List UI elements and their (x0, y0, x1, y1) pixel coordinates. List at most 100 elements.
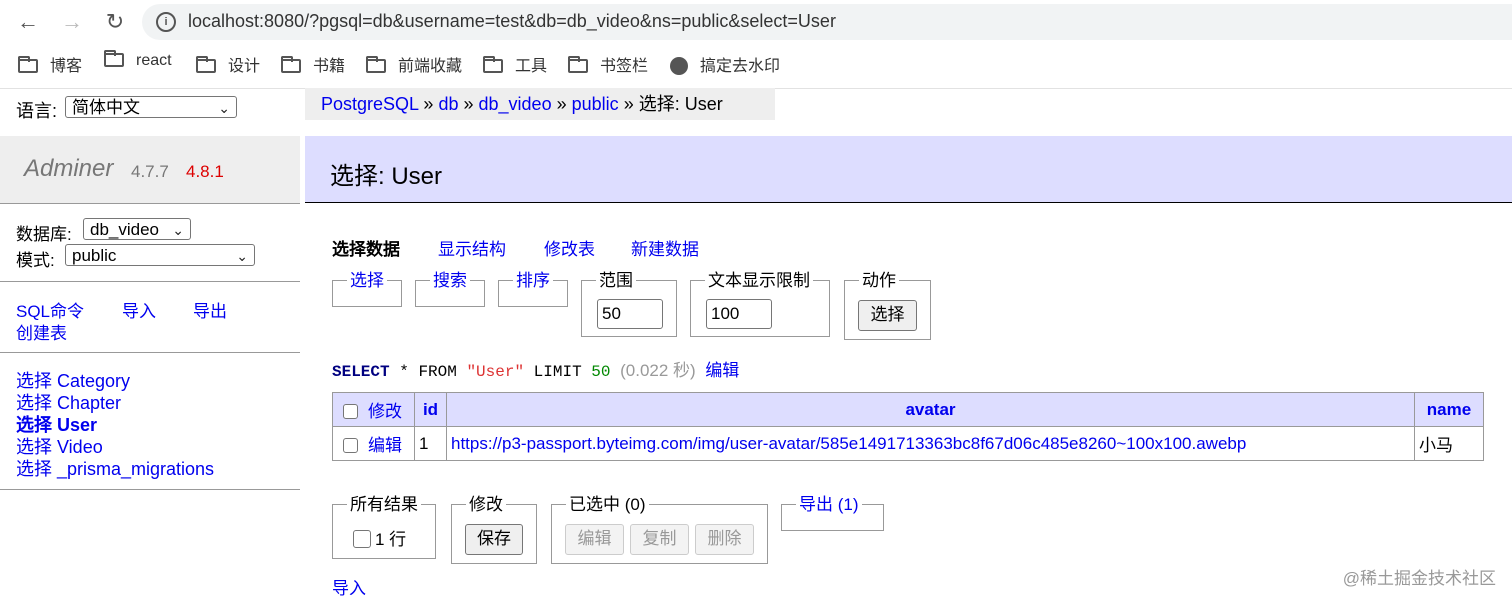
folder-icon (568, 56, 588, 73)
import-link[interactable]: 导入 (122, 297, 156, 322)
sidebar-divider (0, 352, 300, 353)
avatar-link[interactable]: https://p3-passport.byteimg.com/img/user… (451, 434, 1246, 453)
all-results-fieldset: 所有结果 1 行 (332, 495, 436, 559)
query-time: (0.022 秒) (620, 361, 696, 380)
search-fieldset: 搜索 (415, 271, 485, 307)
edit-selected-button[interactable]: 编辑 (565, 524, 624, 555)
folder-icon (104, 50, 124, 67)
chevron-down-icon: ⌄ (172, 222, 184, 238)
language-label: 语言: (16, 101, 58, 121)
breadcrumb-db-video[interactable]: db_video (479, 94, 552, 114)
tab-show-structure[interactable]: 显示结构 (438, 235, 506, 260)
site-info-icon[interactable]: i (156, 12, 176, 32)
export-fieldset: 导出 (1) (781, 495, 884, 531)
cell-avatar: https://p3-passport.byteimg.com/img/user… (446, 426, 1415, 461)
watermark: @稀土掘金技术社区 (1342, 569, 1496, 588)
import-bottom-link[interactable]: 导入 (332, 574, 366, 599)
bookmark-watermark[interactable]: 搞定去水印 (670, 52, 780, 75)
browser-chrome: ← → ↻ i localhost:8080/?pgsql=db&usernam… (0, 0, 1512, 89)
sidebar-divider (0, 203, 300, 204)
header-modify-link[interactable]: 修改 (368, 402, 402, 421)
bookmark-tools[interactable]: 工具 (483, 52, 547, 75)
limit-label: 范围 (596, 271, 636, 291)
delete-selected-button[interactable]: 删除 (695, 524, 754, 555)
row-edit-link[interactable]: 编辑 (368, 436, 402, 455)
all-results-option[interactable]: 1 行 (353, 525, 406, 550)
text-limit-input[interactable]: 100 (706, 299, 772, 329)
bookmark-books[interactable]: 书籍 (281, 52, 345, 75)
brand-name[interactable]: Adminer (24, 155, 113, 183)
breadcrumb-public[interactable]: public (572, 94, 619, 114)
text-limit-label: 文本显示限制 (705, 271, 813, 291)
address-bar[interactable]: i localhost:8080/?pgsql=db&username=test… (142, 4, 1512, 40)
folder-icon (366, 56, 386, 73)
table-row: 编辑 1 https://p3-passport.byteimg.com/img… (332, 426, 1484, 461)
all-results-label: 所有结果 (347, 495, 421, 515)
selected-fieldset: 已选中 (0) 编辑 复制 删除 (551, 495, 768, 564)
export-link[interactable]: 导出 (193, 297, 227, 322)
chevron-down-icon: ⌄ (218, 100, 230, 116)
limit-input[interactable]: 50 (597, 299, 663, 329)
adminer-brand: Adminer 4.7.7 4.8.1 (0, 136, 300, 203)
db-label: 数据库: (16, 225, 72, 244)
folder-icon (18, 56, 38, 73)
row-actions: 编辑 (332, 426, 415, 461)
header-avatar[interactable]: avatar (446, 392, 1415, 427)
schema-label: 模式: (16, 251, 55, 270)
select-toggle[interactable]: 选择 (347, 271, 387, 291)
header-name[interactable]: name (1414, 392, 1484, 427)
bookmark-blog[interactable]: 博客 (18, 52, 82, 75)
url-text: localhost:8080/?pgsql=db&username=test&d… (188, 11, 836, 31)
tab-alter-table[interactable]: 修改表 (544, 235, 595, 260)
reload-icon[interactable]: ↻ (101, 8, 129, 36)
tab-select-data[interactable]: 选择数据 (332, 235, 400, 260)
globe-icon (670, 57, 688, 75)
modify-label: 修改 (466, 495, 506, 515)
header-modify: 修改 (332, 392, 415, 427)
results-table: 修改 id avatar name 编辑 1 https://p3-passpo… (332, 392, 1484, 461)
brand-new-version[interactable]: 4.8.1 (186, 162, 224, 182)
page-title: 选择: User (330, 163, 443, 190)
header-id[interactable]: id (414, 392, 447, 427)
language-select[interactable]: 简体中文 ⌄ (65, 96, 237, 118)
folder-icon (483, 56, 503, 73)
breadcrumb: PostgreSQL » db » db_video » public » 选择… (305, 88, 775, 120)
bookmark-bar[interactable]: 书签栏 (568, 52, 648, 75)
sidebar-divider (0, 281, 300, 282)
bookmark-frontend[interactable]: 前端收藏 (366, 52, 462, 75)
save-button[interactable]: 保存 (465, 524, 523, 555)
db-select[interactable]: db_video ⌄ (83, 218, 191, 240)
edit-query-link[interactable]: 编辑 (705, 361, 739, 380)
clone-selected-button[interactable]: 复制 (630, 524, 689, 555)
folder-icon (281, 56, 301, 73)
sort-toggle[interactable]: 排序 (513, 271, 553, 291)
text-limit-fieldset: 文本显示限制 100 (690, 271, 830, 337)
select-all-checkbox[interactable] (343, 404, 358, 419)
brand-version: 4.7.7 (131, 162, 169, 181)
create-table-link[interactable]: 创建表 (16, 319, 67, 344)
schema-select[interactable]: public ⌄ (65, 244, 255, 266)
back-icon[interactable]: ← (14, 8, 42, 36)
cell-id: 1 (414, 426, 447, 461)
page-heading: 选择: User (305, 136, 1512, 203)
breadcrumb-current: 选择: User (638, 94, 723, 114)
tab-new-item[interactable]: 新建数据 (631, 235, 699, 260)
export-toggle[interactable]: 导出 (1) (796, 495, 862, 515)
bookmark-design[interactable]: 设计 (196, 52, 260, 75)
row-checkbox[interactable] (343, 438, 358, 453)
search-toggle[interactable]: 搜索 (430, 271, 470, 291)
action-fieldset: 动作 选择 (844, 271, 931, 340)
sidebar-divider (0, 489, 300, 490)
breadcrumb-db[interactable]: db (438, 94, 458, 114)
select-submit-button[interactable]: 选择 (858, 300, 917, 331)
chevron-down-icon: ⌄ (236, 248, 248, 264)
select-fieldset: 选择 (332, 271, 402, 307)
bookmark-react[interactable]: react (104, 50, 172, 74)
folder-icon (196, 56, 216, 73)
modify-fieldset: 修改 保存 (451, 495, 537, 564)
all-results-checkbox[interactable] (353, 530, 371, 548)
breadcrumb-postgresql[interactable]: PostgreSQL (321, 94, 418, 114)
forward-icon[interactable]: → (58, 8, 86, 36)
sidebar-table-prisma[interactable]: 选择 _prisma_migrations (16, 455, 214, 481)
selected-label: 已选中 (0) (566, 495, 649, 515)
